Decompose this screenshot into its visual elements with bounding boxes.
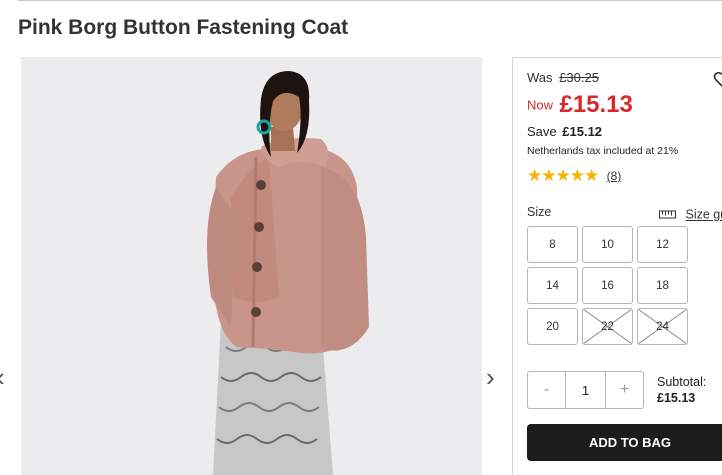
subtotal-amount: £15.13 [657,391,696,405]
star-rating-icon: ★★★★★ [527,166,599,185]
size-options: 8 10 12 14 16 18 20 22 24 [527,226,693,345]
was-label: Was [527,70,553,85]
size-option-24-unavailable[interactable]: 24 [637,308,688,345]
size-option-10[interactable]: 10 [582,226,633,263]
size-option-20[interactable]: 20 [527,308,578,345]
chevron-left-icon[interactable]: ‹ [0,364,5,390]
save-amount: £15.12 [562,124,603,139]
top-divider [18,0,722,1]
was-price: £30.25 [559,70,599,85]
chevron-right-icon[interactable]: › [486,364,495,390]
was-price-row: Was £30.25 [527,70,599,85]
save-row: Save £15.12 [527,124,602,139]
now-label: Now [527,97,554,113]
purchase-panel: Was £30.25 Now £15.13 Save £15.12 Nether… [512,57,722,475]
size-option-16[interactable]: 16 [582,267,633,304]
size-option-8[interactable]: 8 [527,226,578,263]
subtotal-label: Subtotal: [657,375,707,389]
now-price-row: Now £15.13 [527,91,633,119]
quantity-stepper: - 1 + [527,371,644,409]
size-guide-label: Size gu [685,207,722,222]
size-option-14[interactable]: 14 [527,267,578,304]
heart-icon[interactable] [713,70,722,92]
quantity-decrease-button[interactable]: - [528,372,565,408]
ruler-icon [659,208,676,222]
size-guide-link[interactable]: Size gu [659,207,722,222]
save-label: Save [527,124,557,139]
rating[interactable]: ★★★★★ (8) [527,166,621,186]
tax-note: Netherlands tax included at 21% [527,145,679,157]
quantity-input[interactable]: 1 [565,372,606,408]
size-option-12[interactable]: 12 [637,226,688,263]
now-price: £15.13 [559,91,633,118]
product-image[interactable] [21,57,482,475]
subtotal: Subtotal: £15.13 [657,374,706,406]
add-to-bag-button[interactable]: ADD TO BAG [527,424,722,461]
size-option-18[interactable]: 18 [637,267,688,304]
product-photo [21,57,482,475]
size-label: Size [527,205,552,219]
product-title: Pink Borg Button Fastening Coat [18,16,349,39]
size-option-22-unavailable[interactable]: 22 [582,308,633,345]
quantity-increase-button[interactable]: + [606,372,643,408]
review-count-link[interactable]: (8) [607,169,622,183]
